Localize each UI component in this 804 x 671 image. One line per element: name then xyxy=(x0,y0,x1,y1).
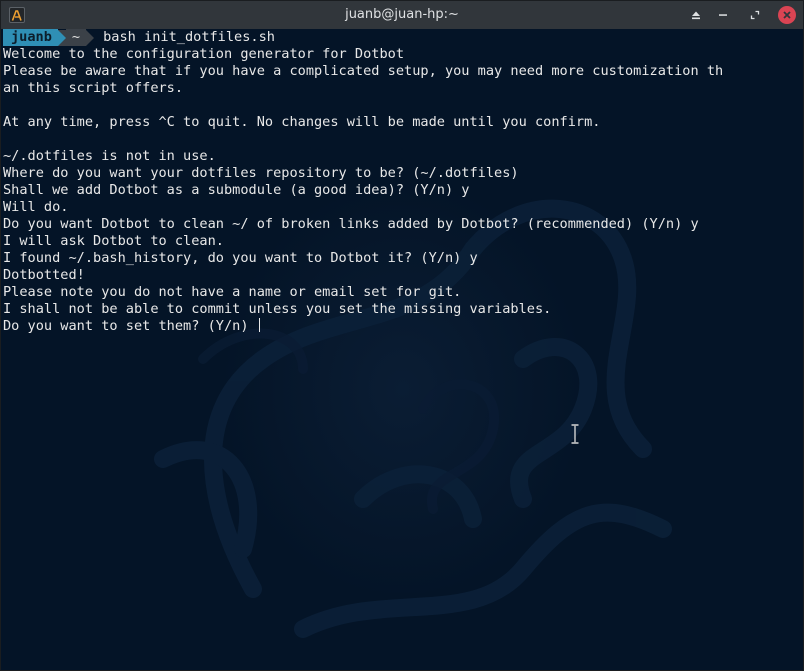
output-line: an this script offers. xyxy=(3,80,184,96)
output-line: ~/.dotfiles is not in use. xyxy=(3,148,216,164)
text-cursor xyxy=(258,318,260,332)
output-line: Will do. xyxy=(3,199,69,215)
prompt-command: bash init_dotfiles.sh xyxy=(103,29,275,45)
prompt-separator-icon xyxy=(57,29,66,46)
terminal-window: juanb@juan-hp:~ juanb ~ bash init_dotfil… xyxy=(0,0,804,671)
output-line: I will ask Dotbot to clean. xyxy=(3,233,224,249)
output-line: Please be aware that if you have a compl… xyxy=(3,63,724,79)
input-line[interactable]: Do you want to set them? (Y/n) xyxy=(3,318,801,335)
prompt-separator-icon xyxy=(86,29,95,46)
window-title: juanb@juan-hp:~ xyxy=(345,7,459,22)
title-bar[interactable]: juanb@juan-hp:~ xyxy=(1,1,803,29)
output-line: I found ~/.bash_history, do you want to … xyxy=(3,250,478,266)
output-line: At any time, press ^C to quit. No change… xyxy=(3,114,601,130)
output-line: Welcome to the configuration generator f… xyxy=(3,46,405,62)
input-prompt-text: Do you want to set them? (Y/n) xyxy=(3,318,257,334)
output-line: Please note you do not have a name or em… xyxy=(3,284,462,300)
mouse-ibeam-cursor-icon xyxy=(571,424,579,444)
output-line: I shall not be able to commit unless you… xyxy=(3,301,552,317)
output-line: Do you want Dotbot to clean ~/ of broken… xyxy=(3,216,699,232)
prompt-directory: ~ xyxy=(65,29,87,46)
output-line: Dotbotted! xyxy=(3,267,85,283)
keep-above-icon[interactable] xyxy=(687,6,705,24)
prompt-user: juanb xyxy=(3,29,58,46)
output-line: Where do you want your dotfiles reposito… xyxy=(3,165,519,181)
prompt-line: juanb ~ bash init_dotfiles.sh xyxy=(3,29,801,46)
output-line: Shall we add Dotbot as a submodule (a go… xyxy=(3,182,470,198)
close-icon[interactable] xyxy=(778,6,796,24)
maximize-icon[interactable] xyxy=(746,6,764,24)
terminal-area[interactable]: juanb ~ bash init_dotfiles.sh Welcome to… xyxy=(3,29,801,669)
minimize-icon[interactable] xyxy=(714,6,732,24)
